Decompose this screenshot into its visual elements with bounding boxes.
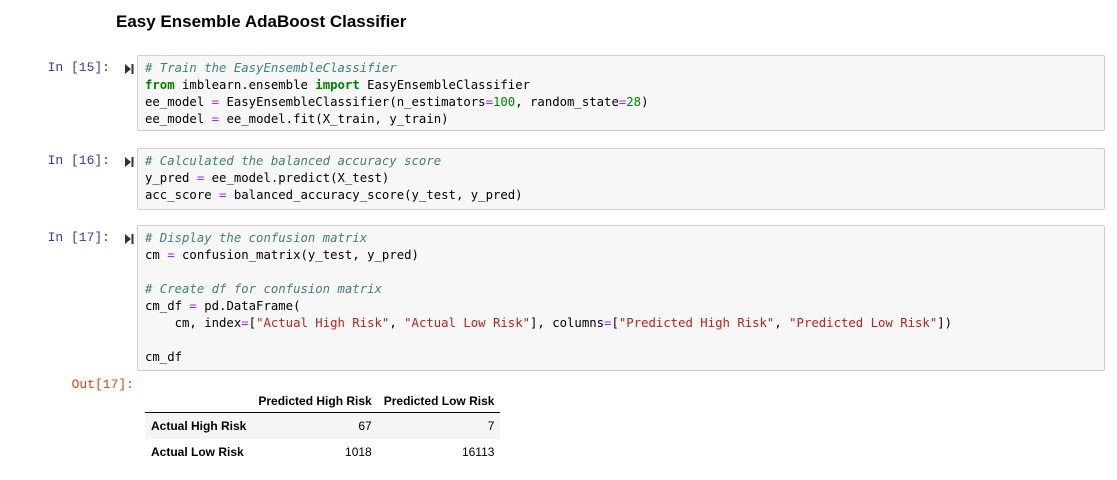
code-token: EasyEnsembleClassifier(n_estimators (219, 95, 486, 109)
out-prompt-17: Out[17]: (71, 377, 134, 392)
code-line: # Create df for confusion matrix (145, 281, 1097, 298)
in-prompt-17: In [17]: (47, 230, 110, 245)
table-row: Actual High Risk 67 7 (145, 412, 501, 439)
code-token: cm_df (145, 299, 190, 313)
code-token: = (485, 95, 493, 109)
code-token: y_pred (145, 171, 197, 185)
code-token: ) (641, 95, 649, 109)
code-token: balanced_accuracy_score(y_test, y_pred) (226, 188, 523, 202)
code-token: 100 (492, 95, 516, 109)
table-cell: 7 (487, 419, 495, 433)
index-header (145, 390, 253, 413)
code-token: , random_state (515, 95, 619, 109)
column-header: Predicted High Risk (252, 390, 378, 413)
code-token: ], columns (530, 316, 605, 330)
code-token: # Display the confusion matrix (145, 231, 368, 245)
code-token: "Actual Low Risk" (404, 316, 530, 330)
code-token: imblearn.ensemble (174, 78, 316, 92)
code-token: confusion_matrix(y_test, y_pred) (174, 248, 419, 262)
markdown-heading: Easy Ensemble AdaBoost Classifier (116, 12, 407, 31)
code-token: 28 (626, 95, 642, 109)
code-token: "Predicted Low Risk" (789, 316, 938, 330)
code-line: # Train the EasyEnsembleClassifier (145, 60, 1097, 77)
code-token: import (315, 78, 360, 92)
code-token: cm_df (145, 350, 183, 364)
code-line: acc_score = balanced_accuracy_score(y_te… (145, 187, 1097, 204)
code-token: = (211, 112, 220, 126)
row-label: Actual Low Risk (151, 445, 244, 459)
code-cell-15[interactable]: # Train the EasyEnsembleClassifier from i… (137, 55, 1105, 131)
code-token: # Train the EasyEnsembleClassifier (145, 61, 397, 75)
row-label: Actual High Risk (151, 419, 247, 433)
run-cell-icon[interactable] (124, 63, 134, 75)
code-token: EasyEnsembleClassifier (359, 78, 530, 92)
code-token: , (389, 316, 405, 330)
code-token: acc_score (145, 188, 220, 202)
code-token: # Calculated the balanced accuracy score (145, 154, 442, 168)
in-prompt-16: In [16]: (47, 153, 110, 168)
table-cell: 1018 (345, 445, 372, 459)
table-header-row: Predicted High Risk Predicted Low Risk (145, 390, 501, 413)
code-token: pd.DataFrame( (196, 299, 301, 313)
code-token: = (211, 95, 220, 109)
code-token: ]) (937, 316, 953, 330)
code-token: ee_model.fit(X_train, y_train) (219, 112, 449, 126)
code-token: cm (145, 248, 168, 262)
code-cell-16[interactable]: # Calculated the balanced accuracy score… (137, 148, 1105, 210)
code-token: = (189, 299, 197, 313)
code-line: # Calculated the balanced accuracy score (145, 153, 1097, 170)
code-token: [ (248, 316, 257, 330)
code-token: "Actual High Risk" (256, 316, 390, 330)
run-cell-icon[interactable] (124, 156, 134, 168)
code-cell-17[interactable]: # Display the confusion matrix cm = confu… (137, 225, 1105, 371)
code-token: cm, index (145, 316, 242, 330)
code-token: [ (611, 316, 619, 330)
code-token: "Predicted High Risk" (618, 316, 775, 330)
code-token: ee_model (145, 112, 212, 126)
code-token: = (241, 316, 249, 330)
code-token: ee_model (145, 95, 212, 109)
code-line: cm_df = pd.DataFrame( (145, 298, 1097, 315)
code-token: ee_model.predict(X_test) (204, 171, 390, 185)
column-header: Predicted Low Risk (377, 390, 501, 413)
confusion-matrix-dataframe: Predicted High Risk Predicted Low Risk A… (145, 390, 501, 465)
code-token: = (167, 248, 175, 262)
code-line: cm_df (145, 349, 1097, 366)
code-line: cm = confusion_matrix(y_test, y_pred) (145, 247, 1097, 264)
code-token: # Create df for confusion matrix (145, 282, 382, 296)
code-line: ee_model = ee_model.fit(X_train, y_train… (145, 111, 1097, 128)
code-line: y_pred = ee_model.predict(X_test) (145, 170, 1097, 187)
table-cell: 16113 (461, 445, 495, 459)
table-cell: 67 (358, 419, 372, 433)
code-line: ee_model = EasyEnsembleClassifier(n_esti… (145, 94, 1097, 111)
code-line: from imblearn.ensemble import EasyEnsemb… (145, 77, 1097, 94)
code-line: # Display the confusion matrix (145, 230, 1097, 247)
table-row: Actual Low Risk 1018 16113 (145, 439, 500, 465)
code-token: , (774, 316, 790, 330)
in-prompt-15: In [15]: (47, 60, 110, 75)
code-token: from (145, 78, 175, 92)
code-line: cm, index=["Actual High Risk", "Actual L… (145, 315, 1097, 332)
run-cell-icon[interactable] (124, 233, 134, 245)
